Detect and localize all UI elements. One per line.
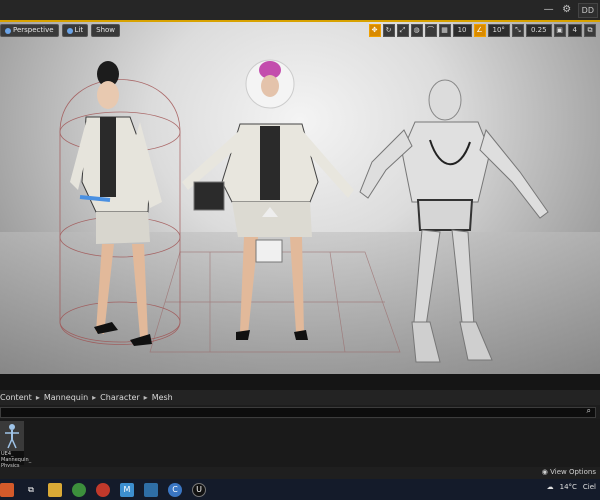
breadcrumb-arrow-icon: ▸	[92, 393, 97, 402]
maximize-viewport-icon[interactable]: ⧉	[584, 24, 596, 37]
scale-icon[interactable]: ⤢	[396, 24, 409, 37]
lit-button[interactable]: Lit	[61, 24, 89, 37]
grid-snap-icon[interactable]: ▦	[438, 24, 451, 37]
surface-snap-icon[interactable]: ⌒	[424, 24, 437, 37]
world-local-icon[interactable]: ◍	[410, 24, 423, 37]
content-browser-header	[0, 374, 600, 390]
breadcrumb-item-mannequin[interactable]: Mannequin	[44, 393, 88, 402]
start-photo-icon[interactable]	[0, 482, 14, 497]
breadcrumb-item-mesh[interactable]: Mesh	[152, 393, 173, 402]
chrome-icon[interactable]	[72, 482, 86, 497]
perspective-icon	[5, 27, 11, 34]
task-view-icon[interactable]: ⧉	[24, 483, 38, 497]
opera-icon[interactable]	[96, 482, 110, 497]
asset-grid: UE4_ Mannequin_ Physics	[0, 419, 600, 469]
unreal-engine-icon[interactable]: U	[192, 482, 206, 497]
level-viewport[interactable]: Perspective Lit Show ✥ ↻ ⤢ ◍ ⌒ ▦ 10 ∠ 10…	[0, 22, 600, 374]
character-left	[70, 61, 162, 346]
scale-snap-icon[interactable]: ⤡	[511, 24, 524, 37]
character-middle	[182, 59, 354, 340]
app-c-icon[interactable]: C	[168, 482, 182, 497]
grid-snap-value[interactable]: 10	[452, 24, 472, 37]
perspective-button[interactable]: Perspective	[0, 24, 59, 37]
system-tray: ☁ 14°C Ciel	[547, 483, 596, 491]
rotate-icon[interactable]: ↻	[382, 24, 395, 37]
breadcrumb-item-character[interactable]: Character	[100, 393, 140, 402]
breadcrumb-item-content[interactable]: Content	[0, 393, 32, 402]
minimize-icon[interactable]: —	[542, 3, 556, 17]
search-row: ⌕	[0, 405, 600, 419]
rotation-snap-value[interactable]: 10°	[487, 24, 510, 37]
asset-tile[interactable]: UE4_ Mannequin_ Physics	[0, 421, 31, 469]
physics-asset-icon	[0, 421, 24, 451]
mannequin-right	[359, 79, 549, 363]
weather-icon: ☁	[546, 483, 554, 491]
view-options-bar: ◉ View Options	[0, 467, 600, 479]
view-options-button[interactable]: ◉ View Options	[542, 468, 596, 476]
top-bar-label[interactable]: DD	[577, 2, 598, 18]
show-button[interactable]: Show	[91, 24, 121, 37]
temperature: 14°C	[559, 483, 577, 491]
breadcrumb-arrow-icon: ▸	[35, 393, 40, 402]
app-m-icon[interactable]: M	[120, 482, 134, 497]
file-explorer-icon[interactable]	[48, 482, 62, 497]
search-icon[interactable]: ⌕	[587, 406, 591, 416]
floor-grid	[149, 251, 401, 353]
scale-snap-value[interactable]: 0.25	[525, 24, 552, 37]
breadcrumb: Content ▸ Mannequin ▸ Character ▸ Mesh	[0, 390, 600, 405]
camera-speed-value[interactable]: 4	[567, 24, 582, 37]
breadcrumb-arrow-icon: ▸	[143, 393, 148, 402]
editor-top-bar: — ⚙ DD	[0, 0, 600, 22]
lit-icon	[66, 27, 73, 34]
weather-text: Ciel	[582, 483, 596, 491]
camera-speed-icon[interactable]: ▣	[553, 24, 566, 37]
search-input[interactable]	[0, 407, 596, 418]
translate-icon[interactable]: ✥	[368, 24, 381, 37]
viewport-scene	[59, 59, 549, 363]
eye-icon: ◉	[541, 468, 548, 476]
windows-taskbar: ⧉ M C U ☁ 14°C Ciel	[0, 479, 600, 500]
store-icon[interactable]	[144, 482, 158, 497]
rotation-snap-icon[interactable]: ∠	[473, 24, 486, 37]
settings-icon[interactable]: ⚙	[560, 3, 574, 17]
